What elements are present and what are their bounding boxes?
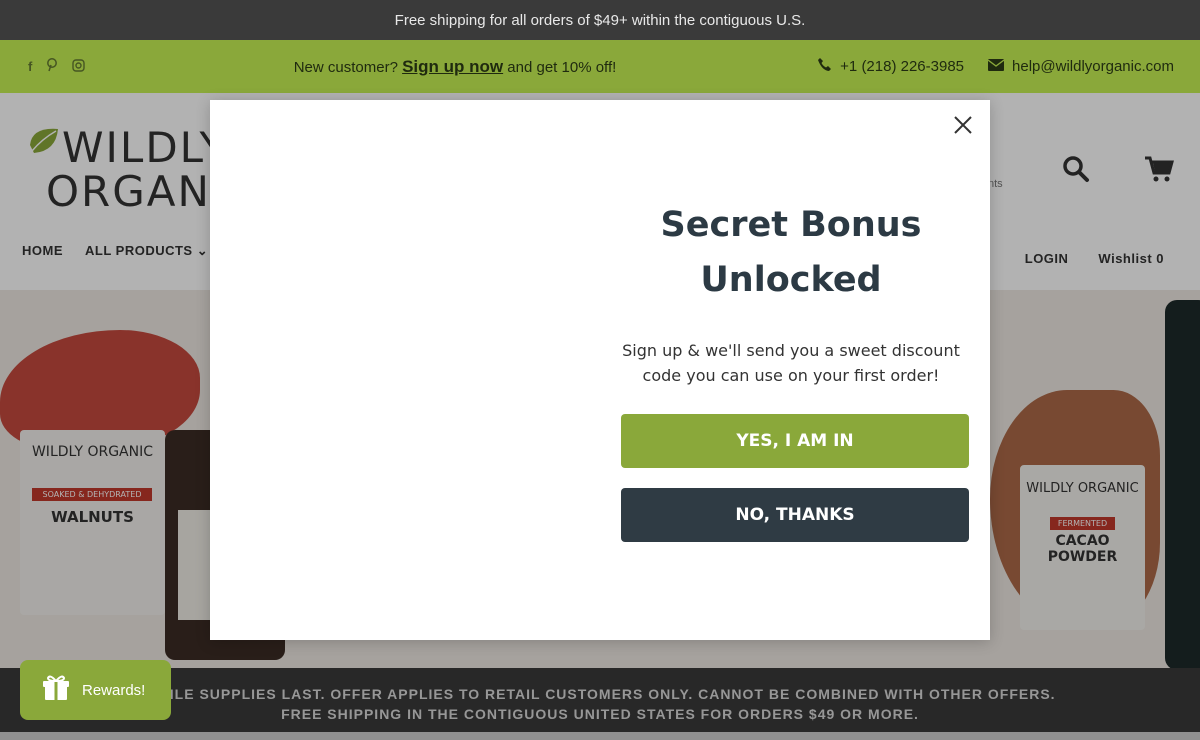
rewards-label: Rewards! bbox=[82, 681, 146, 699]
email-address[interactable]: help@wildlyorganic.com bbox=[1012, 58, 1174, 75]
new-customer-promo: New customer? Sign up now and get 10% of… bbox=[0, 57, 910, 77]
promo-prefix: New customer? bbox=[293, 58, 398, 76]
phone-icon bbox=[817, 57, 832, 76]
close-icon[interactable] bbox=[950, 112, 976, 138]
email-icon bbox=[987, 58, 1005, 75]
promo-bar: f New customer? Sign up now and get 10% … bbox=[0, 40, 1200, 93]
signup-modal: Secret Bonus Unlocked Sign up & we'll se… bbox=[210, 100, 990, 640]
announcement-bar: Free shipping for all orders of $49+ wit… bbox=[0, 0, 1200, 40]
no-thanks-button[interactable]: NO, THANKS bbox=[621, 488, 969, 542]
promo-suffix: and get 10% off! bbox=[507, 58, 617, 76]
modal-body: Sign up & we'll send you a sweet discoun… bbox=[622, 341, 960, 385]
rewards-launcher[interactable]: Rewards! bbox=[20, 660, 171, 720]
phone-number[interactable]: +1 (218) 226-3985 bbox=[840, 58, 964, 75]
sign-up-link[interactable]: Sign up now bbox=[402, 57, 503, 76]
modal-title: Secret Bonus Unlocked bbox=[660, 205, 922, 300]
yes-button[interactable]: YES, I AM IN bbox=[621, 414, 969, 468]
announcement-text: Free shipping for all orders of $49+ wit… bbox=[394, 11, 806, 29]
contact-info: +1 (218) 226-3985 help@wildlyorganic.com bbox=[817, 40, 1174, 93]
gift-icon bbox=[42, 674, 70, 706]
